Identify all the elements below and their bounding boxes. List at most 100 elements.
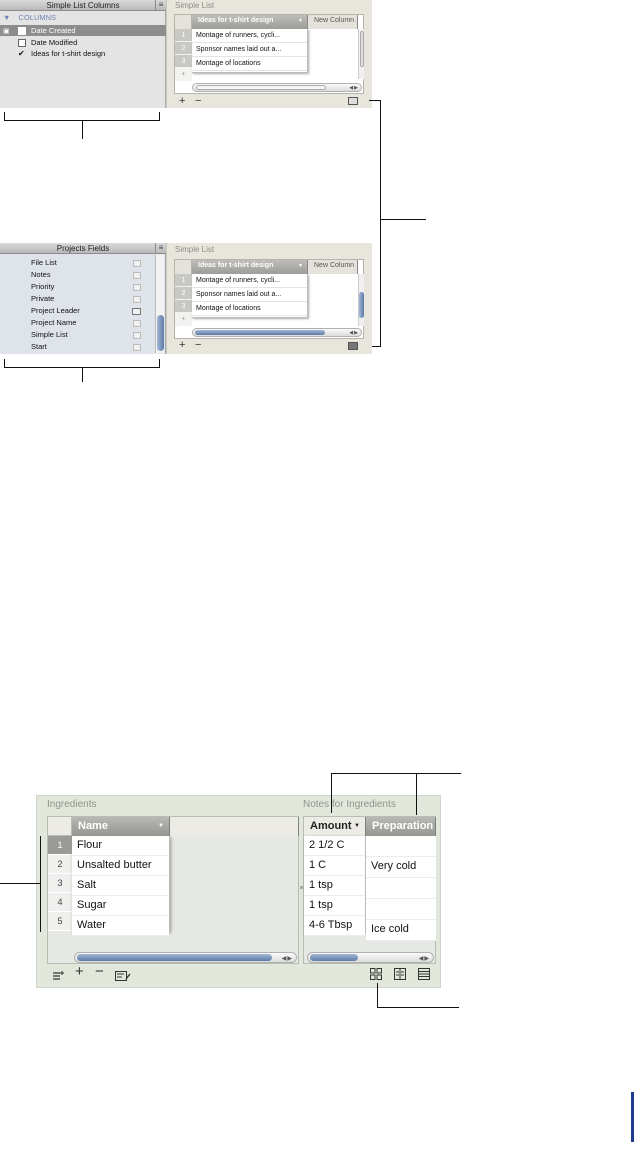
list-layout-icon[interactable] — [394, 967, 406, 980]
scroll-arrows-icon[interactable]: ◀▶ — [419, 955, 430, 962]
layout-view-icon[interactable] — [348, 342, 358, 350]
grid-layout-icon[interactable] — [370, 967, 382, 980]
checkbox[interactable] — [18, 39, 26, 47]
dropdown-arrow-icon[interactable]: ▼ — [354, 817, 360, 835]
dropdown-arrow-icon[interactable]: ▼ — [158, 817, 164, 835]
row-number[interactable]: 3 — [175, 300, 192, 313]
table-cell[interactable]: Ice cold — [366, 920, 436, 941]
column-item-ideas[interactable]: ✔ Ideas for t-shirt design — [0, 48, 166, 59]
add-field-icon[interactable] — [52, 968, 64, 980]
add-button[interactable]: + — [179, 340, 185, 351]
panel-menu-button[interactable]: ≡ — [155, 0, 166, 11]
add-button[interactable]: + — [75, 964, 84, 979]
toggle-icon[interactable] — [132, 308, 141, 315]
column-header-amount[interactable]: Amount ▼ — [304, 817, 366, 836]
row-number[interactable]: 5 — [48, 912, 72, 931]
vertical-scrollbar[interactable] — [358, 29, 364, 79]
column-item-date-modified[interactable]: Date Modified — [0, 37, 166, 48]
toggle-icon[interactable] — [133, 296, 141, 303]
field-item[interactable]: Priority — [0, 281, 155, 293]
vertical-scrollbar[interactable] — [358, 274, 364, 326]
scroll-thumb[interactable] — [157, 315, 164, 351]
table-layout-icon[interactable] — [418, 967, 430, 980]
table-cell[interactable]: 4-6 Tbsp — [304, 916, 365, 936]
horizontal-scrollbar[interactable]: ◀▶ — [192, 83, 362, 92]
row-number[interactable]: 4 — [48, 893, 72, 912]
column-header-ideas[interactable]: Ideas for t-shirt design ▼ — [192, 260, 308, 274]
row-number[interactable]: 1 — [48, 836, 72, 855]
field-item[interactable]: Project Name — [0, 317, 155, 329]
add-row-cell[interactable]: + — [175, 68, 192, 81]
layout-view-icon[interactable] — [348, 97, 358, 105]
table-cell[interactable]: Unsalted butter — [72, 856, 169, 876]
field-item[interactable]: Simple List — [0, 329, 155, 341]
row-number[interactable]: 2 — [175, 287, 192, 300]
checkmark-icon[interactable]: ✔ — [18, 48, 25, 59]
table-cell[interactable]: Sponsor names laid out a... — [192, 43, 307, 57]
row-number[interactable]: 3 — [48, 874, 72, 893]
columns-section-header[interactable]: ▼ COLUMNS — [3, 13, 153, 24]
scroll-arrows-icon[interactable]: ◀▶ — [349, 330, 359, 336]
table-cell[interactable]: Salt — [72, 876, 169, 896]
table-cell[interactable]: Flour — [72, 836, 169, 856]
field-item[interactable]: Private — [0, 293, 155, 305]
table-cell[interactable]: Water — [72, 916, 169, 936]
scroll-thumb[interactable] — [359, 292, 364, 318]
table-cell[interactable]: Sponsor names laid out a... — [192, 288, 307, 302]
remove-button[interactable]: − — [195, 96, 201, 107]
row-number[interactable]: 1 — [175, 29, 192, 42]
table-cell[interactable]: 1 C — [304, 856, 365, 876]
checkbox[interactable] — [18, 27, 26, 35]
dropdown-arrow-icon[interactable]: ▼ — [298, 260, 303, 272]
horizontal-scrollbar[interactable]: ◀▶ — [74, 952, 297, 963]
panel-menu-button[interactable]: ≡ — [155, 243, 166, 254]
table-cell[interactable]: 2 1/2 C — [304, 836, 365, 856]
toggle-icon[interactable] — [133, 332, 141, 339]
column-item-date-created[interactable]: ▣ Date Created — [0, 25, 166, 36]
scroll-arrows-icon[interactable]: ◀▶ — [282, 955, 293, 962]
table-cell[interactable]: Montage of locations — [192, 302, 307, 316]
column-header-new[interactable]: New Column — [308, 15, 358, 29]
table-cell[interactable] — [366, 878, 436, 899]
horizontal-scrollbar[interactable]: ◀▶ — [307, 952, 434, 963]
table-cell[interactable] — [366, 836, 436, 857]
table-cell[interactable] — [366, 899, 436, 920]
table-cell[interactable]: 1 tsp — [304, 896, 365, 916]
table-cell[interactable]: 1 tsp — [304, 876, 365, 896]
row-number[interactable]: 2 — [175, 42, 192, 55]
toggle-icon[interactable] — [133, 272, 141, 279]
field-item[interactable]: File List — [0, 257, 155, 269]
add-button[interactable]: + — [179, 96, 185, 107]
add-row-cell[interactable]: + — [175, 313, 192, 326]
scroll-thumb[interactable] — [195, 330, 325, 335]
column-header-preparation[interactable]: Preparation — [366, 817, 436, 836]
column-header-new[interactable]: New Column — [308, 260, 358, 274]
table-cell[interactable]: Sugar — [72, 896, 169, 916]
toggle-icon[interactable] — [133, 284, 141, 291]
scroll-thumb[interactable] — [310, 954, 358, 961]
field-item[interactable]: Notes — [0, 269, 155, 281]
vertical-scrollbar[interactable] — [155, 255, 164, 353]
toggle-icon[interactable] — [133, 260, 141, 267]
table-cell[interactable]: Montage of locations — [192, 57, 307, 71]
scroll-arrows-icon[interactable]: ◀▶ — [349, 85, 359, 91]
row-number[interactable]: 2 — [48, 855, 72, 874]
scroll-thumb[interactable] — [77, 954, 272, 961]
table-cell[interactable]: Montage of runners, cycli... — [192, 29, 307, 43]
row-number[interactable]: 3 — [175, 55, 192, 68]
scroll-thumb[interactable] — [360, 31, 364, 67]
field-item[interactable]: Start — [0, 341, 155, 353]
column-header-ideas[interactable]: Ideas for t-shirt design ▼ — [192, 15, 308, 29]
toggle-icon[interactable] — [133, 320, 141, 327]
scroll-thumb[interactable] — [196, 85, 326, 90]
remove-button[interactable]: − — [195, 340, 201, 351]
horizontal-scrollbar[interactable]: ◀▶ — [192, 328, 362, 337]
toggle-icon[interactable] — [133, 344, 141, 351]
table-cell[interactable]: Very cold — [366, 857, 436, 878]
dropdown-arrow-icon[interactable]: ▼ — [298, 15, 303, 27]
remove-button[interactable]: − — [95, 964, 104, 979]
edit-fields-icon[interactable] — [115, 968, 131, 981]
table-cell[interactable]: Montage of runners, cycli... — [192, 274, 307, 288]
column-header-name[interactable]: Name ▼ — [72, 817, 170, 836]
field-item[interactable]: Project Leader — [0, 305, 155, 317]
